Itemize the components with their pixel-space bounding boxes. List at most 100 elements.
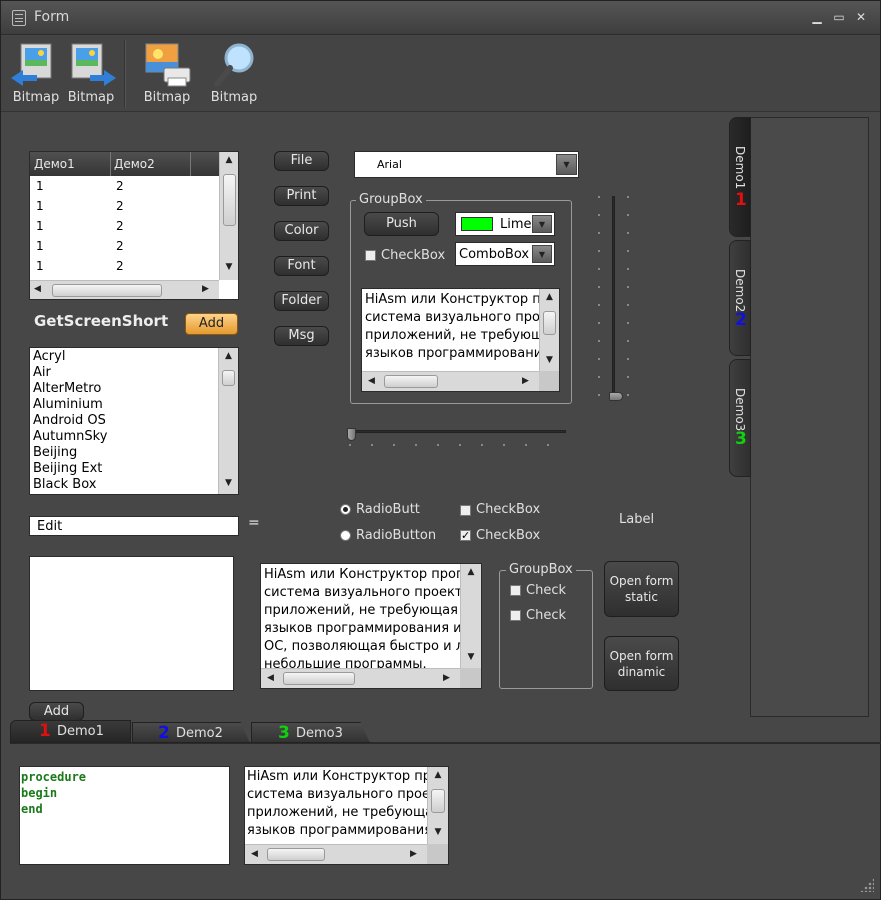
scroll-up-icon[interactable]: ▲	[219, 351, 238, 361]
htab-demo1[interactable]: 1 Demo1	[10, 720, 131, 743]
toolbar-bitmap-button-2[interactable]: Bitmap	[62, 40, 120, 108]
scroll-left-icon[interactable]: ◀	[251, 849, 258, 859]
grid-column-header[interactable]: Демо1	[34, 157, 75, 171]
list-item[interactable]: Android OS	[33, 413, 107, 429]
add-button-bottom[interactable]: Add	[29, 702, 84, 721]
scroll-up-icon[interactable]: ▲	[220, 155, 238, 165]
memo-vertical-scrollbar[interactable]: ▲ ▼	[427, 767, 448, 844]
scroll-left-icon[interactable]: ◀	[267, 673, 274, 683]
chevron-down-icon[interactable]: ▼	[532, 245, 552, 263]
scroll-thumb[interactable]	[267, 848, 325, 861]
horizontal-trackbar[interactable]	[348, 430, 566, 433]
push-button[interactable]: Push	[364, 212, 439, 236]
scroll-right-icon[interactable]: ▶	[522, 376, 529, 386]
color-combobox[interactable]: Lime ▼	[455, 212, 555, 236]
scroll-thumb[interactable]	[431, 789, 445, 813]
close-icon[interactable]: ✕	[853, 9, 869, 25]
open-form-dinamic-button[interactable]: Open form dinamic	[604, 636, 679, 691]
checkbox[interactable]	[510, 610, 521, 621]
scroll-up-icon[interactable]: ▲	[461, 567, 481, 577]
table-row[interactable]: 12	[30, 196, 219, 216]
scroll-left-icon[interactable]: ◀	[368, 376, 375, 386]
vtab-demo1[interactable]: Demo1 1	[729, 117, 751, 237]
grid-horizontal-scrollbar[interactable]: ◀ ▶	[30, 280, 219, 299]
scroll-thumb[interactable]	[543, 311, 556, 335]
memo-horizontal-scrollbar[interactable]: ◀ ▶	[245, 844, 427, 864]
checkbox[interactable]	[460, 505, 471, 516]
combobox[interactable]: ComboBox ▼	[455, 242, 555, 266]
blank-memo[interactable]	[29, 556, 234, 691]
scroll-down-icon[interactable]: ▼	[220, 262, 238, 272]
grid-vertical-scrollbar[interactable]: ▲ ▼	[219, 152, 238, 280]
radio-button[interactable]	[340, 530, 351, 541]
radio-button-checked[interactable]	[340, 504, 351, 515]
checkbox[interactable]	[365, 250, 376, 261]
scroll-thumb[interactable]	[384, 375, 438, 388]
toolbar-bitmap-button-3[interactable]: Bitmap	[138, 40, 196, 108]
edit-field[interactable]: Edit	[29, 516, 239, 536]
scroll-down-icon[interactable]: ▼	[219, 478, 238, 488]
table-row[interactable]: 12	[30, 256, 219, 276]
table-row[interactable]: 12	[30, 176, 219, 196]
font-button[interactable]: Font	[274, 256, 329, 276]
list-item[interactable]: Air	[33, 365, 107, 381]
scroll-right-icon[interactable]: ▶	[443, 673, 450, 683]
scroll-up-icon[interactable]: ▲	[428, 770, 448, 780]
table-row[interactable]: 12	[30, 236, 219, 256]
list-item[interactable]: Black Box	[33, 477, 107, 493]
memo-bottom[interactable]: HiAsm или Конструктор про система визуал…	[244, 766, 449, 865]
scroll-thumb[interactable]	[283, 672, 355, 685]
title-bar[interactable]	[1, 1, 880, 35]
list-item[interactable]: AutumnSky	[33, 429, 107, 445]
scroll-thumb[interactable]	[223, 174, 236, 226]
scroll-right-icon[interactable]: ▶	[410, 849, 417, 859]
list-item[interactable]: Beijing Ext	[33, 461, 107, 477]
htab-demo2[interactable]: 2 Demo2	[132, 722, 250, 743]
list-item[interactable]: Beijing	[33, 445, 107, 461]
skins-scrollbar[interactable]: ▲ ▼	[218, 348, 238, 494]
trackbar-thumb[interactable]	[347, 428, 356, 441]
scroll-left-icon[interactable]: ◀	[34, 284, 41, 294]
file-button[interactable]: File	[274, 151, 329, 171]
scroll-down-icon[interactable]: ▼	[428, 827, 448, 837]
memo-vertical-scrollbar[interactable]: ▲ ▼	[460, 564, 481, 668]
msg-button[interactable]: Msg	[274, 326, 329, 346]
memo-horizontal-scrollbar[interactable]: ◀ ▶	[261, 668, 460, 688]
list-item[interactable]: AlterMetro	[33, 381, 107, 397]
scroll-down-icon[interactable]: ▼	[540, 355, 559, 365]
scroll-thumb[interactable]	[222, 370, 235, 386]
chevron-down-icon[interactable]: ▼	[556, 154, 577, 175]
minimize-icon[interactable]: ▁	[809, 9, 825, 25]
scroll-up-icon[interactable]: ▲	[540, 292, 559, 302]
vtab-demo3[interactable]: Demo3 3	[729, 359, 751, 477]
maximize-icon[interactable]: ▭	[831, 9, 847, 25]
scroll-down-icon[interactable]: ▼	[461, 652, 481, 662]
string-grid[interactable]: Демо1 Демо2 12 12 12 12 12 ▲ ▼ ◀ ▶	[29, 151, 239, 300]
font-combobox[interactable]: Arial ▼	[354, 151, 579, 178]
memo-vertical-scrollbar[interactable]: ▲ ▼	[539, 289, 559, 371]
scroll-thumb[interactable]	[52, 284, 162, 297]
toolbar-bitmap-button-1[interactable]: Bitmap	[7, 40, 65, 108]
trackbar-thumb[interactable]	[609, 392, 623, 401]
list-item[interactable]: Aluminium	[33, 397, 107, 413]
memo-horizontal-scrollbar[interactable]: ◀ ▶	[362, 371, 539, 391]
table-row[interactable]: 12	[30, 216, 219, 236]
folder-button[interactable]: Folder	[274, 291, 329, 311]
grid-column-header[interactable]: Демо2	[114, 157, 155, 171]
memo-groupbox[interactable]: HiAsm или Конструктор про система визуал…	[361, 288, 560, 392]
memo-main[interactable]: HiAsm или Конструктор прогр система визу…	[260, 563, 482, 689]
skins-listbox[interactable]: Acryl Air AlterMetro Aluminium Android O…	[29, 347, 239, 495]
scroll-right-icon[interactable]: ▶	[202, 284, 209, 294]
checkbox-checked[interactable]: ✓	[460, 530, 471, 541]
toolbar-bitmap-button-4[interactable]: Bitmap	[205, 40, 263, 108]
color-button[interactable]: Color	[274, 221, 329, 241]
checkbox[interactable]	[510, 585, 521, 596]
chevron-down-icon[interactable]: ▼	[532, 215, 552, 233]
print-button[interactable]: Print	[274, 186, 329, 206]
add-button[interactable]: Add	[185, 313, 238, 335]
list-item[interactable]: Acryl	[33, 349, 107, 365]
open-form-static-button[interactable]: Open form static	[604, 561, 679, 617]
vtab-demo2[interactable]: Demo2 2	[729, 240, 751, 356]
code-editor[interactable]: procedure begin end	[19, 766, 230, 865]
vertical-trackbar[interactable]	[612, 196, 615, 400]
